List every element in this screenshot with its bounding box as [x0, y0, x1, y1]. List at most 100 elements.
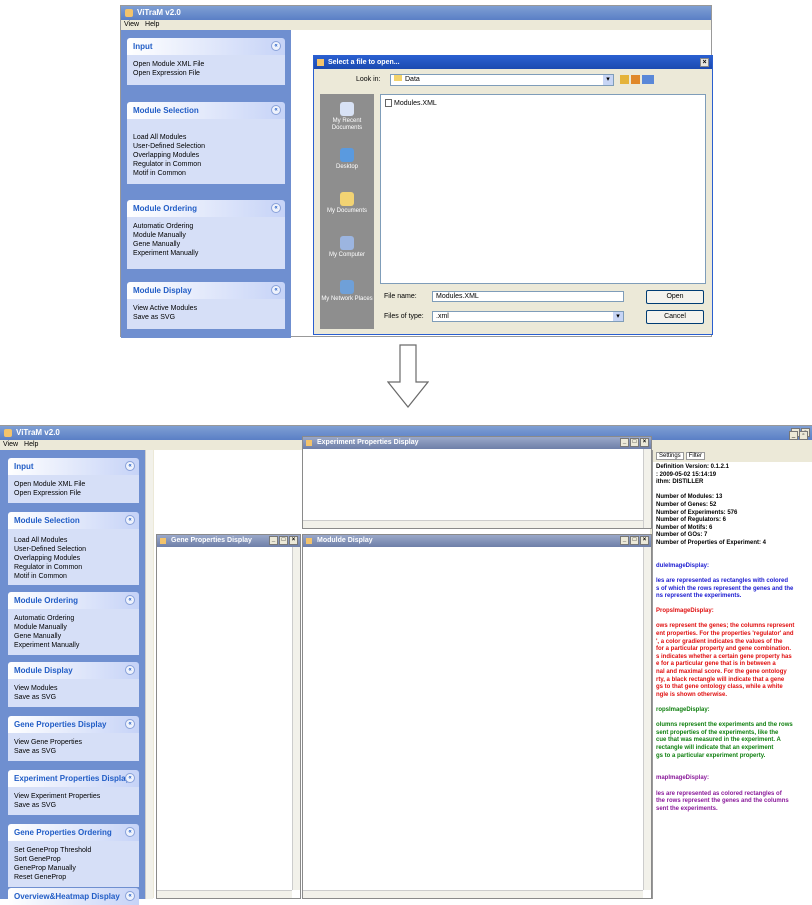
menu-help[interactable]: Help: [24, 441, 38, 448]
group-header[interactable]: Gene Properties Display «: [8, 716, 139, 733]
chevron-down-icon[interactable]: ▾: [603, 75, 613, 85]
task-link[interactable]: Save as SVG: [14, 747, 133, 756]
tab-filter[interactable]: Filter: [685, 452, 706, 460]
collapse-icon[interactable]: «: [271, 285, 281, 295]
close-icon[interactable]: ×: [640, 536, 649, 545]
new-folder-icon[interactable]: [631, 75, 640, 84]
vertical-scrollbar[interactable]: [643, 449, 651, 528]
group-header[interactable]: Gene Properties Ordering «: [8, 824, 139, 841]
task-link[interactable]: Save as SVG: [14, 693, 133, 702]
task-link[interactable]: Regulator in Common: [133, 160, 279, 169]
minimize-icon[interactable]: _: [620, 536, 629, 545]
collapse-icon[interactable]: «: [271, 105, 281, 115]
task-link[interactable]: Overlapping Modules: [133, 151, 279, 160]
group-header[interactable]: Module Display «: [8, 662, 139, 679]
menu-help[interactable]: Help: [145, 21, 159, 28]
place-my-computer[interactable]: My Computer: [320, 236, 374, 259]
horizontal-scrollbar[interactable]: [303, 520, 643, 528]
task-link[interactable]: Open Module XML File: [14, 480, 133, 489]
task-link[interactable]: Open Expression File: [133, 69, 279, 78]
task-link[interactable]: View Modules: [14, 684, 133, 693]
task-link[interactable]: User-Defined Selection: [133, 142, 279, 151]
task-link[interactable]: View Active Modules: [133, 304, 279, 313]
horizontal-scrollbar[interactable]: [303, 890, 643, 898]
place-desktop[interactable]: Desktop: [320, 148, 374, 171]
collapse-icon[interactable]: «: [125, 891, 135, 901]
task-link[interactable]: Save as SVG: [133, 313, 279, 322]
collapse-icon[interactable]: «: [271, 203, 281, 213]
group-header[interactable]: Module Display «: [127, 282, 285, 299]
task-link[interactable]: Motif in Common: [133, 169, 279, 178]
task-link[interactable]: Module Manually: [133, 231, 279, 240]
up-folder-icon[interactable]: [620, 75, 629, 84]
task-link[interactable]: Regulator in Common: [14, 563, 133, 572]
task-link[interactable]: Motif in Common: [14, 572, 133, 581]
open-button[interactable]: Open: [646, 290, 704, 304]
group-header[interactable]: Input «: [127, 38, 285, 55]
place-recent-documents[interactable]: My Recent Documents: [320, 102, 374, 132]
place-my-network[interactable]: My Network Places: [320, 280, 374, 303]
look-in-select[interactable]: Data ▾: [390, 74, 614, 86]
task-link[interactable]: Module Manually: [14, 623, 133, 632]
close-icon[interactable]: ×: [289, 536, 298, 545]
task-link[interactable]: Overlapping Modules: [14, 554, 133, 563]
close-icon[interactable]: ×: [640, 438, 649, 447]
minimize-icon[interactable]: _: [789, 431, 798, 440]
restore-icon[interactable]: ▫: [799, 431, 808, 440]
group-header[interactable]: Module Selection «: [8, 512, 139, 529]
group-header[interactable]: Input «: [8, 458, 139, 475]
minimize-icon[interactable]: _: [620, 438, 629, 447]
close-icon[interactable]: ×: [700, 58, 709, 67]
group-header[interactable]: Module Ordering «: [127, 200, 285, 217]
horizontal-scrollbar[interactable]: [157, 890, 292, 898]
task-link[interactable]: Gene Manually: [133, 240, 279, 249]
collapse-icon[interactable]: «: [125, 827, 135, 837]
file-list[interactable]: Modules.XML: [380, 94, 706, 284]
vertical-scrollbar[interactable]: [643, 547, 651, 890]
vertical-scrollbar[interactable]: [292, 547, 300, 890]
files-of-type-select[interactable]: .xml ▾: [432, 311, 624, 322]
collapse-icon[interactable]: «: [271, 41, 281, 51]
tab-settings[interactable]: Settings: [656, 452, 684, 460]
task-link[interactable]: View Experiment Properties: [14, 792, 133, 801]
collapse-icon[interactable]: «: [125, 665, 135, 675]
task-link[interactable]: Open Module XML File: [133, 60, 279, 69]
maximize-icon[interactable]: □: [630, 438, 639, 447]
maximize-icon[interactable]: □: [630, 536, 639, 545]
maximize-icon[interactable]: □: [279, 536, 288, 545]
collapse-icon[interactable]: «: [125, 461, 135, 471]
task-link[interactable]: Set GeneProp Threshold: [14, 846, 133, 855]
chevron-down-icon[interactable]: ▾: [613, 312, 623, 321]
task-link[interactable]: Reset GeneProp: [14, 873, 133, 882]
file-name-input[interactable]: Modules.XML: [432, 291, 624, 302]
group-header[interactable]: Experiment Properties Display «: [8, 770, 139, 787]
task-pane-scrollbar[interactable]: [145, 450, 153, 899]
task-link[interactable]: Automatic Ordering: [133, 222, 279, 231]
place-my-documents[interactable]: My Documents: [320, 192, 374, 215]
task-link[interactable]: Gene Manually: [14, 632, 133, 641]
task-link[interactable]: Experiment Manually: [133, 249, 279, 258]
minimize-icon[interactable]: _: [269, 536, 278, 545]
cancel-button[interactable]: Cancel: [646, 310, 704, 324]
menu-view[interactable]: View: [124, 21, 139, 28]
task-link[interactable]: Load All Modules: [14, 536, 133, 545]
file-item[interactable]: Modules.XML: [385, 99, 437, 107]
collapse-icon[interactable]: «: [125, 719, 135, 729]
collapse-icon[interactable]: «: [125, 773, 135, 783]
task-link[interactable]: Save as SVG: [14, 801, 133, 810]
collapse-icon[interactable]: «: [125, 515, 135, 525]
view-menu-icon[interactable]: [642, 75, 654, 84]
collapse-icon[interactable]: «: [125, 595, 135, 605]
task-link[interactable]: Automatic Ordering: [14, 614, 133, 623]
task-link[interactable]: Open Expression File: [14, 489, 133, 498]
task-link[interactable]: GeneProp Manually: [14, 864, 133, 873]
task-link[interactable]: Load All Modules: [133, 133, 279, 142]
group-header[interactable]: Module Ordering «: [8, 592, 139, 609]
menu-view[interactable]: View: [3, 441, 18, 448]
task-link[interactable]: Sort GeneProp: [14, 855, 133, 864]
task-link[interactable]: View Gene Properties: [14, 738, 133, 747]
group-header[interactable]: Overview&Heatmap Display «: [8, 888, 139, 905]
group-header[interactable]: Module Selection «: [127, 102, 285, 119]
task-link[interactable]: User-Defined Selection: [14, 545, 133, 554]
task-link[interactable]: Experiment Manually: [14, 641, 133, 650]
